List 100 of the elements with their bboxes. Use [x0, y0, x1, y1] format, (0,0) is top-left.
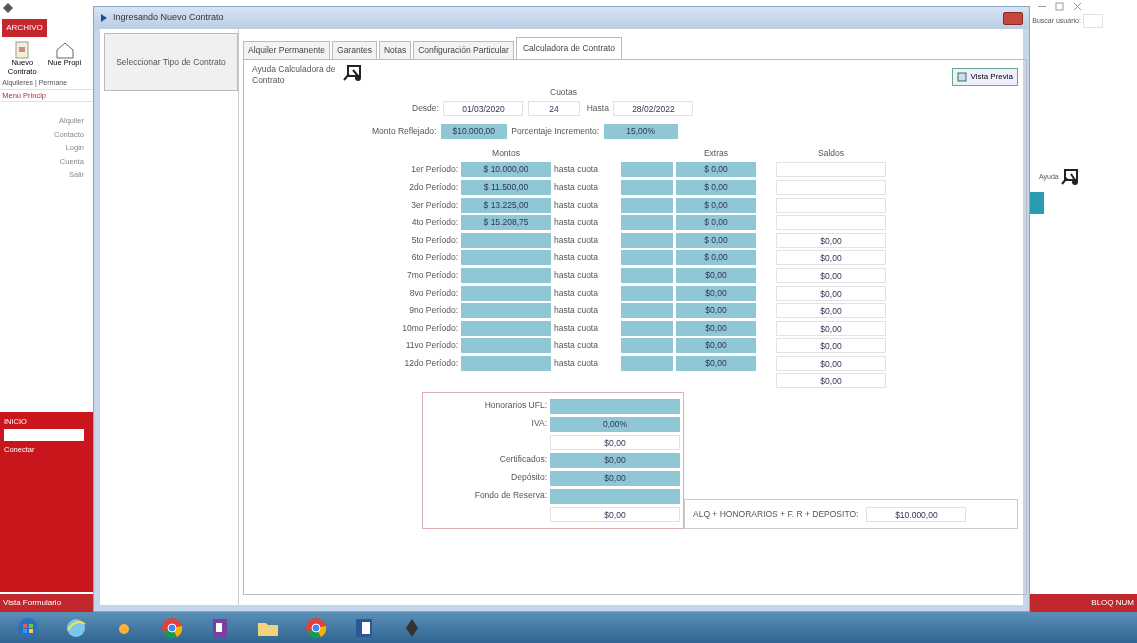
close-button[interactable] — [1003, 11, 1023, 25]
tab[interactable]: Garantes — [332, 41, 377, 59]
field-label: hasta cuota — [554, 198, 599, 212]
input-field[interactable]: $ 15.208,75 — [461, 215, 551, 231]
field-label: hasta cuota — [554, 233, 599, 247]
file-tab[interactable]: ARCHIVO — [2, 18, 47, 37]
input-field[interactable]: 15,00% — [603, 124, 678, 139]
output-field: $0,00 — [776, 250, 886, 266]
input-field[interactable]: $ 0,00 — [676, 232, 756, 248]
period-label: 8vo Período: — [408, 286, 458, 300]
input-field[interactable] — [621, 162, 673, 178]
input-field[interactable] — [461, 267, 551, 283]
input-field[interactable] — [621, 232, 673, 248]
period-label: 4to Período: — [410, 216, 458, 229]
chrome-icon[interactable] — [160, 615, 184, 640]
input-field[interactable]: 24 — [527, 101, 580, 116]
input-field[interactable]: $0,00 — [676, 338, 756, 354]
date-field[interactable]: 28/02/2022 — [613, 101, 694, 116]
tab[interactable]: Calculadora de Contrato — [515, 37, 623, 59]
input-field[interactable]: $10.000,00 — [440, 124, 507, 139]
help-icon[interactable] — [1061, 168, 1079, 186]
side-panel-strip — [1030, 192, 1044, 214]
field-label: hasta cuota — [554, 269, 599, 282]
tab[interactable]: Notas — [379, 41, 412, 59]
field-label: Desde: — [412, 102, 439, 115]
period-label: 12do Período: — [403, 357, 458, 370]
input-field[interactable] — [461, 320, 551, 336]
input-field[interactable] — [621, 303, 673, 319]
field-label: Depósito: — [510, 471, 547, 485]
input-field[interactable] — [621, 355, 673, 371]
tab[interactable]: Configuración Particular — [413, 41, 514, 59]
input-field[interactable]: $ 0,00 — [676, 250, 756, 266]
field-label: hasta cuota — [554, 321, 599, 335]
input-field[interactable]: $0,00 — [550, 471, 680, 487]
output-field: $0,00 — [776, 267, 886, 283]
chrome-icon[interactable] — [304, 615, 328, 640]
input-field[interactable] — [461, 232, 551, 248]
input-field[interactable]: $0,00 — [676, 267, 756, 283]
help-title: Ayuda Calculadora de Contrato — [252, 63, 337, 86]
input-field[interactable]: $0,00 — [550, 435, 680, 451]
tab[interactable]: Alquiler Permanente — [243, 41, 330, 59]
input-field[interactable] — [461, 285, 551, 301]
input-field[interactable] — [550, 399, 680, 415]
input-field[interactable] — [621, 285, 673, 301]
input-field[interactable] — [621, 215, 673, 231]
period-label: 2do Período: — [408, 181, 458, 194]
form-icon — [100, 13, 108, 23]
input-field[interactable]: $ 0,00 — [676, 215, 756, 231]
input-field[interactable]: $0,00 — [676, 303, 756, 319]
input-field[interactable]: 0,00% — [550, 417, 680, 433]
input-field[interactable]: $ 10.000,00 — [461, 162, 551, 178]
input-field[interactable] — [461, 355, 551, 371]
output-field: $0,00 — [776, 232, 886, 248]
input-field[interactable]: $0,00 — [676, 355, 756, 371]
input-field[interactable] — [4, 429, 84, 442]
preview-icon — [957, 72, 968, 83]
field-label: hasta cuota — [554, 357, 599, 370]
input-field[interactable] — [461, 250, 551, 266]
input-field[interactable]: $ 0,00 — [676, 162, 756, 178]
output-field: $10.000,00 — [866, 506, 967, 522]
column-header: Extras — [702, 147, 730, 160]
date-field[interactable]: 01/03/2020 — [443, 101, 524, 116]
house-icon — [55, 41, 74, 60]
start-icon[interactable] — [16, 615, 40, 640]
input-field[interactable]: $0,00 — [550, 453, 680, 469]
field-label: hasta cuota — [554, 304, 599, 317]
input-field[interactable] — [621, 250, 673, 266]
output-field: $0,00 — [776, 320, 886, 336]
field-label: Fondo de Reserva: — [473, 489, 547, 503]
input-field[interactable] — [550, 489, 680, 505]
input-field[interactable]: $ 0,00 — [676, 179, 756, 195]
input-field[interactable] — [461, 303, 551, 319]
period-label: 6to Período: — [410, 251, 458, 265]
input-field[interactable] — [461, 338, 551, 354]
period-label: 3er Período: — [410, 198, 458, 212]
input-field[interactable]: $0,00 — [550, 507, 680, 523]
status-text: Vista Formulario — [0, 594, 93, 612]
field-label: hasta cuota — [554, 216, 599, 229]
input-field[interactable]: $0,00 — [676, 320, 756, 336]
input-field[interactable] — [621, 320, 673, 336]
field-label: hasta cuota — [554, 251, 599, 265]
search-field[interactable] — [1083, 14, 1104, 28]
input-field[interactable] — [621, 197, 673, 213]
output-field: $0,00 — [776, 285, 886, 301]
input-field[interactable]: $ 13.225,00 — [461, 197, 551, 213]
field-label: Certificados: — [498, 453, 547, 467]
preview-button[interactable]: Vista Previa — [952, 68, 1018, 87]
input-field[interactable]: $0,00 — [676, 285, 756, 301]
output-field: $0,00 — [776, 303, 886, 319]
help-icon[interactable] — [342, 63, 363, 82]
output-field: $0,00 — [776, 373, 886, 389]
contract-type-button[interactable]: Seleccionar Tipo de Contrato — [104, 33, 238, 91]
field-label: hasta cuota — [554, 181, 599, 194]
app-icon[interactable] — [2, 2, 15, 15]
input-field[interactable]: $ 0,00 — [676, 197, 756, 213]
input-field[interactable] — [621, 267, 673, 283]
input-field[interactable]: $ 11.500,00 — [461, 179, 551, 195]
formula-label: ALQ + HONORARIOS + F. R + DEPOSITO: — [693, 508, 859, 521]
input-field[interactable] — [621, 338, 673, 354]
input-field[interactable] — [621, 179, 673, 195]
